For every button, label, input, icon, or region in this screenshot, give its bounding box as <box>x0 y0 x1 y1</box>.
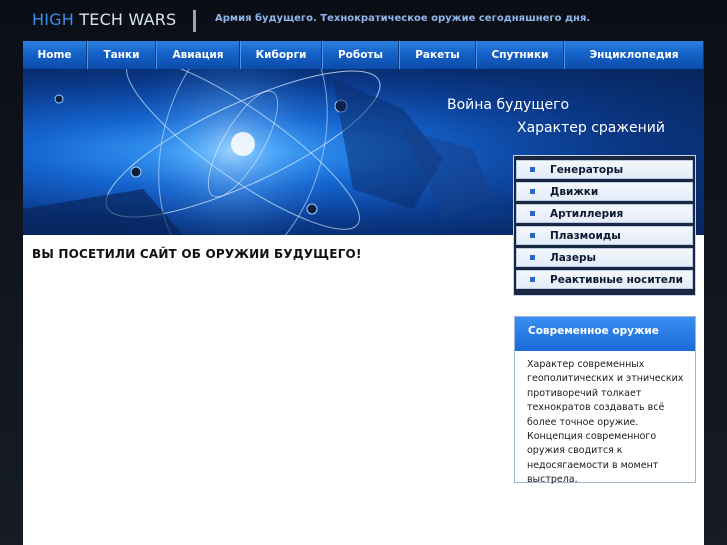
banner-title-secondary: Характер сражений <box>517 120 665 136</box>
side-menu-label: Реактивные носители <box>550 274 683 286</box>
side-menu-item-lasers[interactable]: Лазеры <box>516 248 693 267</box>
side-menu-label: Лазеры <box>550 252 597 264</box>
side-menu-item-artillery[interactable]: Артиллерия <box>516 204 693 223</box>
header-divider <box>193 10 196 32</box>
bullet-icon <box>530 211 535 216</box>
site-logo[interactable]: HIGH TECH WARS <box>32 10 176 29</box>
logo-text-high: HIGH <box>32 10 74 29</box>
banner-title-primary: Война будущего <box>447 97 570 113</box>
side-menu: Генераторы Движки Артиллерия Плазмоиды Л… <box>513 155 696 296</box>
nav-item-satellites[interactable]: Спутники <box>476 41 564 69</box>
nav-item-rockets[interactable]: Ракеты <box>399 41 476 69</box>
nav-item-tanks[interactable]: Танки <box>87 41 156 69</box>
logo-text-tech-wars: TECH WARS <box>79 10 177 29</box>
nav-item-cyborgs[interactable]: Киборги <box>240 41 322 69</box>
main-nav: Home Танки Авиация Киборги Роботы Ракеты… <box>23 41 704 69</box>
info-box-title: Современное оружие <box>528 325 659 337</box>
side-menu-item-engines[interactable]: Движки <box>516 182 693 201</box>
site-tagline: Армия будущего. Технократическое оружие … <box>215 13 591 24</box>
side-menu-item-generators[interactable]: Генераторы <box>516 160 693 179</box>
nav-item-robots[interactable]: Роботы <box>322 41 399 69</box>
site-header: HIGH TECH WARS Армия будущего. Технократ… <box>0 0 727 40</box>
info-box: Современное оружие Характер современных … <box>514 316 696 485</box>
info-box-text: Характер современных геополитических и э… <box>527 359 684 486</box>
nav-item-home[interactable]: Home <box>23 41 87 69</box>
side-menu-item-jet-carriers[interactable]: Реактивные носители <box>516 270 693 289</box>
bullet-icon <box>530 233 535 238</box>
info-box-header: Современное оружие <box>515 317 695 351</box>
side-menu-label: Движки <box>550 186 599 198</box>
side-menu-label: Артиллерия <box>550 208 624 220</box>
nav-item-encyclopedia[interactable]: Энциклопедия <box>564 41 704 69</box>
bullet-icon <box>530 255 535 260</box>
bullet-icon <box>530 277 535 282</box>
side-menu-label: Генераторы <box>550 164 624 176</box>
nav-item-aviation[interactable]: Авиация <box>156 41 240 69</box>
bullet-icon <box>530 167 535 172</box>
side-menu-label: Плазмоиды <box>550 230 621 242</box>
bullet-icon <box>530 189 535 194</box>
side-menu-item-plasmoids[interactable]: Плазмоиды <box>516 226 693 245</box>
page-heading: ВЫ ПОСЕТИЛИ САЙТ ОБ ОРУЖИИ БУДУЩЕГО! <box>32 247 362 261</box>
